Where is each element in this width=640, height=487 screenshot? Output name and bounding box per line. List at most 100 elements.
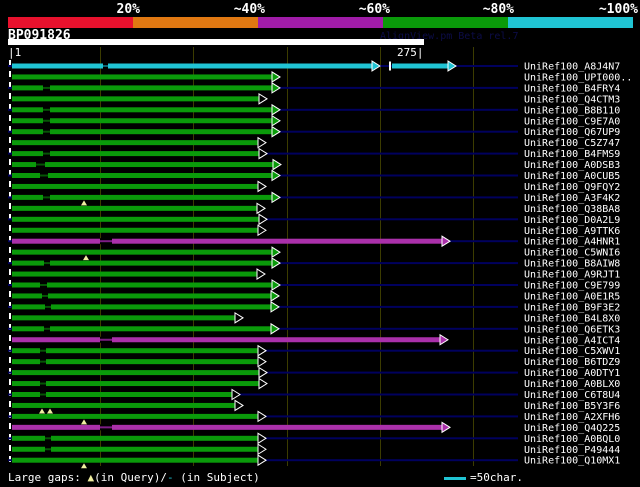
query-gap-triangle-icon	[47, 408, 53, 414]
alignment-bar	[12, 238, 443, 244]
arrow-head-icon	[258, 147, 268, 160]
row-label: UniRef100_D0A2L9	[524, 215, 620, 226]
legend-label-100: ~100%	[598, 2, 638, 17]
arrow-head-icon	[258, 366, 268, 379]
row-label: UniRef100_A9RJT1	[524, 270, 620, 281]
legend-swatch	[8, 17, 133, 28]
arrow-head-icon	[234, 311, 244, 324]
row-label: UniRef100_B4L8X0	[524, 313, 620, 324]
query-gap-triangle-icon	[81, 463, 87, 469]
arrow-head-icon	[441, 235, 451, 248]
alignment-bar	[392, 63, 449, 69]
alignment-bar	[12, 457, 259, 463]
arrow-head-icon	[439, 333, 449, 346]
row-label: UniRef100_A9TTK6	[524, 226, 620, 237]
subject-gap-dash-icon: -	[166, 471, 174, 484]
row-label: UniRef100_B6TDZ9	[524, 357, 620, 368]
row-label: UniRef100_B5Y3F6	[524, 401, 620, 412]
arrow-head-icon	[257, 136, 267, 149]
alignment-plot: UniRef100_A8J4N7UniRef100_UPI000..UniRef…	[8, 47, 632, 469]
row-label: UniRef100_A3F4K2	[524, 193, 620, 204]
row-label: UniRef100_A0E1R5	[524, 291, 620, 302]
row-label: UniRef100_B8B110	[524, 105, 620, 116]
row-label: UniRef100_C9E799	[524, 281, 620, 292]
arrow-head-icon	[272, 158, 282, 171]
alignment-bar	[12, 140, 259, 146]
row-label: UniRef100_B4FMS9	[524, 149, 620, 160]
arrow-head-icon	[257, 355, 267, 368]
arrow-head-icon	[258, 92, 268, 105]
arrow-head-icon	[257, 344, 267, 357]
alignment-bar	[12, 205, 258, 211]
arrow-head-icon	[371, 60, 381, 72]
alignment-bar	[12, 282, 273, 288]
alignment-bar	[12, 183, 259, 189]
alignment-bar	[12, 74, 273, 80]
scale-note-label: =50char.	[470, 471, 523, 484]
scale-sample-line	[444, 477, 466, 480]
alignment-bar	[12, 216, 260, 222]
ruler-end-label: 275|	[397, 46, 424, 59]
alignment-bar	[12, 118, 273, 124]
arrow-head-icon	[257, 224, 267, 237]
arrow-head-icon	[271, 114, 281, 127]
legend-label-60: ~60%	[358, 2, 390, 17]
arrow-head-icon	[258, 377, 268, 390]
alignment-bar	[12, 326, 272, 332]
row-label: UniRef100_UPI000..	[524, 72, 632, 83]
row-label: UniRef100_B8AIW8	[524, 259, 620, 270]
alignment-bar	[12, 413, 259, 419]
row-label: UniRef100_A8J4N7	[524, 62, 620, 73]
alignment-bar	[12, 348, 259, 354]
row-label: UniRef100_Q4CTM3	[524, 94, 620, 105]
gaps-legend-mid: (in Query)/	[94, 471, 167, 484]
query-gap-triangle-icon	[81, 200, 87, 206]
row-label: UniRef100_A0CUB5	[524, 171, 620, 182]
arrow-head-icon	[271, 279, 281, 291]
row-label: UniRef100_Q38BA8	[524, 204, 620, 215]
arrow-head-icon	[256, 268, 266, 280]
alignment-bar	[12, 194, 273, 200]
alignment-bar	[12, 370, 260, 376]
query-gap-triangle-icon	[81, 419, 87, 425]
alignment-bar	[12, 96, 260, 102]
arrow-head-icon	[447, 60, 457, 72]
query-gap-triangle-icon	[83, 255, 89, 261]
alignment-bar	[12, 260, 273, 266]
arrow-head-icon	[271, 169, 281, 182]
arrow-head-icon	[258, 213, 268, 226]
alignment-bar	[12, 271, 258, 277]
alignment-bar	[12, 402, 236, 408]
arrow-head-icon	[270, 290, 280, 302]
row-label: UniRef100_B9F3E2	[524, 302, 620, 313]
row-label: UniRef100_Q67UP9	[524, 127, 620, 138]
legend-swatch	[133, 17, 258, 28]
alignment-bar	[12, 85, 273, 91]
row-label: UniRef100_Q6ETK3	[524, 324, 620, 335]
legend-label-20: 20%	[116, 2, 140, 17]
alignment-bar	[12, 424, 443, 430]
arrow-head-icon	[257, 180, 267, 193]
alignment-bar	[12, 315, 236, 321]
row-label: UniRef100_A4HNR1	[524, 237, 620, 248]
alignment-bar	[12, 173, 273, 178]
query-ruler-bar	[8, 39, 424, 45]
legend-label-40: ~40%	[233, 2, 265, 17]
row-label: UniRef100_C9E7A0	[524, 116, 620, 127]
arrow-head-icon	[231, 388, 241, 401]
alignment-bar	[12, 107, 273, 113]
arrow-head-icon	[234, 399, 244, 412]
row-label: UniRef100_C5Z747	[524, 138, 620, 149]
query-gap-triangle-icon	[39, 408, 45, 414]
alignment-bar	[12, 227, 259, 233]
alignment-bar	[12, 293, 272, 299]
segment-start-tick	[389, 61, 391, 71]
row-label: UniRef100_Q4Q225	[524, 423, 620, 434]
row-label: UniRef100_B4FRY4	[524, 83, 620, 94]
legend-scale-bar	[8, 17, 633, 28]
legend-swatch	[383, 17, 508, 28]
arrow-head-icon	[271, 246, 281, 259]
alignment-bar	[12, 359, 259, 365]
arrow-head-icon	[270, 300, 280, 313]
arrow-head-icon	[271, 103, 281, 116]
